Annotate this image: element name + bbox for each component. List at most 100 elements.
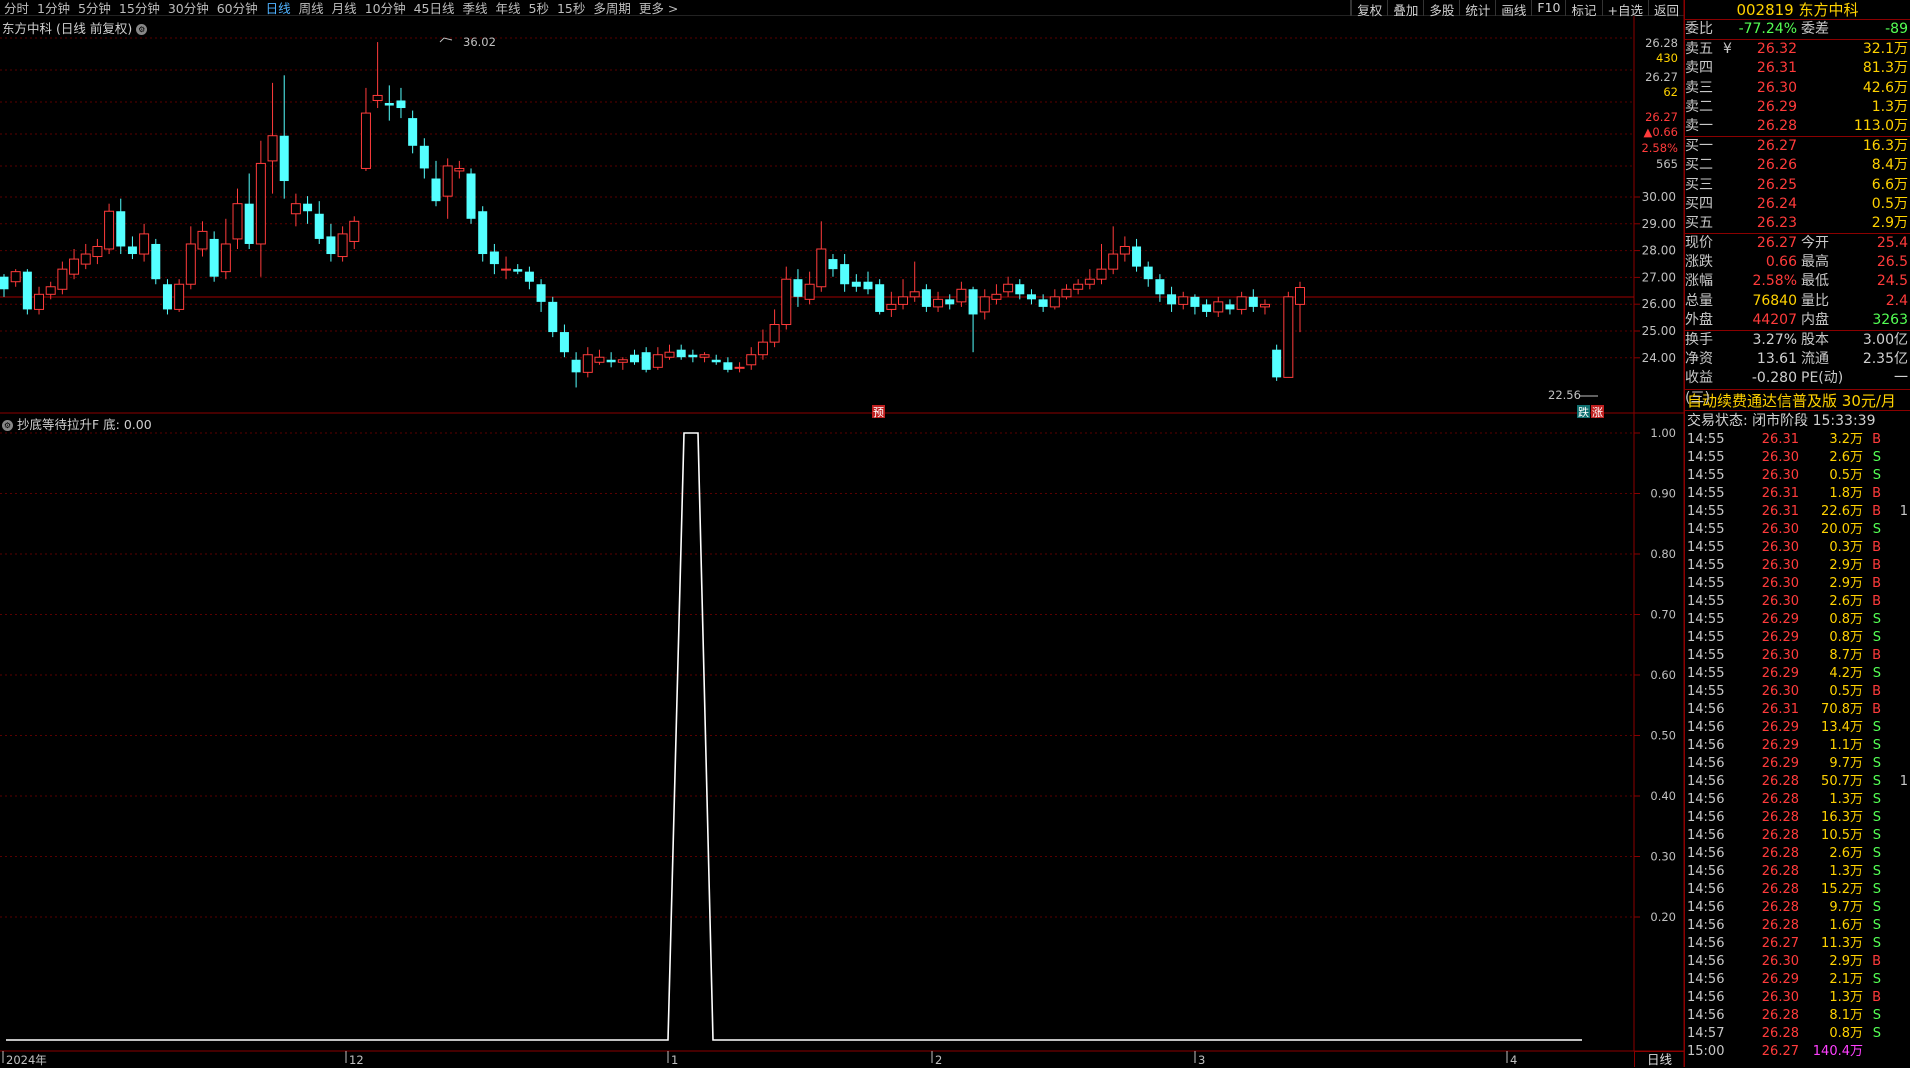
tick-count [1881,521,1910,539]
tick-volume: 22.6万 [1821,503,1863,519]
candle-body [116,211,126,247]
tick-side: S [1872,917,1881,933]
stats-block: 现价 26.27 今开 25.4 涨跌 0.66 最高 26.5 涨幅 2.58% 最低 24.5 总量… [1685,234,1910,330]
candle-body [664,351,675,358]
candle-body [489,251,499,265]
ask-row[interactable]: 卖四 26.31 81.3万 [1685,59,1910,78]
tick-side: S [1872,737,1881,753]
candle-body [0,276,9,290]
tick-row: 14:56 26.28 15.2万 S [1685,881,1910,899]
bid-volume: 0.5万 [1871,195,1908,212]
tick-price: 26.30 [1761,539,1799,555]
tick-side: B [1872,647,1881,663]
bid-label: 买三 [1685,176,1713,193]
candle-body [442,165,453,197]
tick-count [1881,467,1910,485]
tick-price: 26.29 [1761,737,1799,753]
tick-row: 14:56 26.30 2.9万 B [1685,953,1910,971]
tick-side: S [1872,719,1881,735]
candle-body [979,296,990,313]
indicator-axis-label: 0.20 [1650,910,1676,924]
stat-label: 内盘 [1801,311,1829,328]
tick-time: 14:55 [1687,683,1725,699]
stat-value: 一 [1894,370,1908,387]
tick-list[interactable]: 14:55 26.31 3.2万 B 14:55 26.30 2.6万 S 14:55 26.30… [1685,431,1910,1061]
tick-volume: 1.1万 [1829,737,1863,753]
tick-side: S [1872,791,1881,807]
tick-count [1881,1007,1910,1025]
tick-count: 1 [1899,503,1908,519]
candle-body [688,354,698,358]
weicha-label: 委差 [1801,21,1829,37]
bid-row[interactable]: 买二 26.26 8.4万 [1685,156,1910,175]
tick-row: 14:56 26.28 1.3万 S [1685,863,1910,881]
tick-volume: 4.2万 [1829,665,1863,681]
candle-body [793,279,803,297]
candle-body [723,362,733,370]
tick-volume: 13.4万 [1821,719,1863,735]
candle-body [139,233,150,255]
tick-time: 14:57 [1687,1025,1725,1041]
candle-body [1283,296,1294,378]
tick-time: 14:55 [1687,503,1725,519]
candle-body [92,245,103,258]
ask-row[interactable]: 卖三 26.30 42.6万 [1685,79,1910,98]
tick-side: S [1872,521,1881,537]
tick-side: B [1872,593,1881,609]
ask-row[interactable]: 卖二 26.29 1.3万 [1685,98,1910,117]
bid-row[interactable]: 买五 26.23 2.9万 [1685,214,1910,233]
bid-row[interactable]: 买四 26.24 0.5万 [1685,195,1910,214]
stat-row: 净资 13.61 流通 2.35亿 [1685,350,1910,369]
candle-body [1225,304,1235,310]
tick-row: 14:55 26.31 22.6万 B 1 [1685,503,1910,521]
high-arrow [439,37,453,43]
tick-price: 26.28 [1761,1007,1799,1023]
bid-row[interactable]: 买三 26.25 6.6万 [1685,176,1910,195]
candle-body [419,145,429,169]
tick-side: B [1872,485,1881,501]
stat-value: 76840 [1752,292,1797,309]
candle-body [337,233,348,258]
candle-body [1096,268,1107,280]
stat-label: 总量 [1685,292,1713,309]
bid-book: 买一 26.27 16.3万 买二 26.26 8.4万 买三 26.25 6.6万 买四 26.2… [1685,137,1910,233]
kline-chart[interactable]: 30.00 29.00 28.00 27.00 26.00 25.00 24.00 26.28… [0,0,1684,1067]
settings-icon[interactable]: ⚙ [2,420,13,431]
tick-row: 14:55 26.30 2.6万 S [1685,449,1910,467]
stat-label: 收益(三) [1685,370,1713,406]
currency-sign [1723,98,1735,117]
tick-volume: 140.4万 [1812,1043,1863,1059]
tick-time: 14:56 [1687,701,1725,717]
tick-row: 14:56 26.29 2.1万 S [1685,971,1910,989]
tick-count [1881,683,1910,701]
candle-body [699,354,710,358]
tick-side: B [1872,701,1881,717]
tick-time: 14:56 [1687,863,1725,879]
period-tab-daily[interactable]: 日线 [1634,1051,1684,1067]
settings-icon[interactable]: ⚙ [136,24,148,35]
tick-price: 26.30 [1761,449,1799,465]
ask-row[interactable]: 卖五 ¥26.32 32.1万 [1685,40,1910,59]
stat-value: 2.35亿 [1862,351,1908,368]
tick-row: 14:55 26.29 0.8万 S [1685,611,1910,629]
candle-body [466,173,476,219]
tick-count [1881,917,1910,935]
tick-row: 14:56 26.31 70.8万 B [1685,701,1910,719]
candle-body [244,203,254,244]
candle-body [1155,279,1165,295]
bid-row[interactable]: 买一 26.27 16.3万 [1685,137,1910,156]
ask-label: 卖二 [1685,98,1713,115]
tick-price: 26.28 [1761,827,1799,843]
tick-row: 14:55 26.29 4.2万 S [1685,665,1910,683]
badge-up: 涨 [1592,406,1603,419]
tick-row: 14:56 26.29 13.4万 S [1685,719,1910,737]
tick-volume: 2.6万 [1829,845,1863,861]
tick-time: 14:56 [1687,755,1725,771]
ask-row[interactable]: 卖一 26.28 113.0万 [1685,117,1910,136]
promo-banner[interactable]: 自动续费通达信普及版 30元/月 [1685,388,1910,411]
tick-side: B [1872,557,1881,573]
candle-body [898,296,909,305]
stat-label: 外盘 [1685,311,1713,328]
stock-header: 002819 东方中科 [1685,0,1910,20]
tick-price: 26.28 [1761,809,1799,825]
